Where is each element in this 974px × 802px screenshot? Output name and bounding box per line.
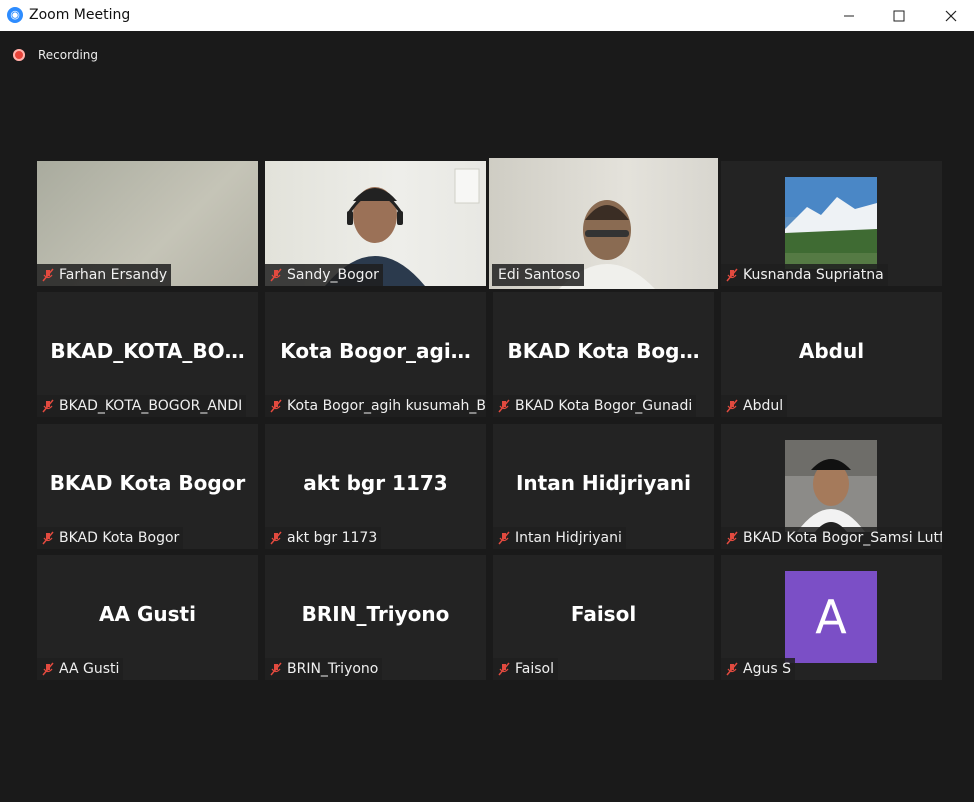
mic-muted-icon <box>37 658 59 680</box>
mic-muted-icon <box>721 264 743 286</box>
participant-nametag: Faisol <box>493 658 558 680</box>
participant-nametag: Abdul <box>721 395 788 417</box>
recording-label: Recording <box>38 48 99 62</box>
participant-nametag: Farhan Ersandy <box>37 264 172 286</box>
participant-display-name: BRIN_Triyono <box>301 602 450 626</box>
profile-picture <box>785 440 877 532</box>
participant-nametag: Kota Bogor_agih kusumah_B… <box>265 395 486 417</box>
mic-muted-icon <box>265 395 287 417</box>
participant-name: AA Gusti <box>59 661 120 677</box>
participant-name: Edi Santoso <box>498 267 581 283</box>
close-icon <box>945 10 957 21</box>
participant-display-name: Faisol <box>570 602 637 626</box>
participant-tile[interactable]: Intan Hidjriyani Intan Hidjriyani <box>493 424 714 549</box>
mic-muted-icon <box>721 395 743 417</box>
mic-muted-icon <box>265 264 287 286</box>
participant-name: BKAD Kota Bogor_Samsi Lutfi <box>743 530 942 546</box>
participant-tile[interactable]: Abdul Abdul <box>721 292 942 417</box>
participant-tile[interactable]: BKAD Kota Bog… BKAD Kota Bogor_Gunadi <box>493 292 714 417</box>
participant-tile[interactable]: BRIN_Triyono BRIN_Triyono <box>265 555 486 680</box>
participant-tile[interactable]: BKAD Kota Bogor_Samsi Lutfi <box>721 424 942 549</box>
mic-muted-icon <box>37 395 59 417</box>
participant-tile[interactable]: Kusnanda Supriatna <box>721 161 942 286</box>
participant-tile-active-speaker[interactable]: Edi Santoso <box>489 158 718 289</box>
participant-name: akt bgr 1173 <box>287 530 378 546</box>
participant-name: Sandy_Bogor <box>287 267 379 283</box>
participant-name: BRIN_Triyono <box>287 661 379 677</box>
participant-nametag: Kusnanda Supriatna <box>721 264 888 286</box>
participant-nametag: AA Gusti <box>37 658 124 680</box>
participant-name: BKAD Kota Bogor <box>59 530 180 546</box>
participant-display-name: Intan Hidjriyani <box>515 471 692 495</box>
participant-name: Farhan Ersandy <box>59 267 168 283</box>
participant-nametag: BKAD Kota Bogor_Samsi Lutfi <box>721 527 942 549</box>
participant-tile[interactable]: AA Gusti AA Gusti <box>37 555 258 680</box>
participant-name: Agus S <box>743 661 791 677</box>
participant-name: Kota Bogor_agih kusumah_B… <box>287 398 486 414</box>
participant-nametag: Intan Hidjriyani <box>493 527 626 549</box>
participant-display-name: Abdul <box>798 339 865 363</box>
close-button[interactable] <box>928 0 974 31</box>
recording-dot-icon <box>13 49 25 61</box>
participant-nametag: BKAD Kota Bogor_Gunadi <box>493 395 697 417</box>
mic-muted-icon <box>265 527 287 549</box>
participant-display-name: BKAD Kota Bogor <box>49 471 246 495</box>
participant-tile[interactable]: Farhan Ersandy <box>37 161 258 286</box>
participant-name: Faisol <box>515 661 554 677</box>
participant-nametag: Sandy_Bogor <box>265 264 383 286</box>
participant-nametag: Agus S <box>721 658 795 680</box>
participant-name: Intan Hidjriyani <box>515 530 622 546</box>
avatar-letter: A <box>785 571 877 663</box>
participant-display-name: AA Gusti <box>99 602 196 626</box>
mic-muted-icon <box>721 527 743 549</box>
participant-nametag: BKAD Kota Bogor <box>37 527 184 549</box>
participant-display-name: akt bgr 1173 <box>303 471 448 495</box>
participant-nametag: Edi Santoso <box>492 264 585 286</box>
minimize-button[interactable] <box>826 0 872 31</box>
participant-tile[interactable]: Sandy_Bogor <box>265 161 486 286</box>
mic-muted-icon <box>37 264 59 286</box>
recording-indicator[interactable]: Recording <box>13 48 98 62</box>
mic-muted-icon <box>493 527 515 549</box>
mic-muted-icon <box>493 395 515 417</box>
mic-muted-icon <box>493 658 515 680</box>
window-title: Zoom Meeting <box>29 7 131 23</box>
participant-name: BKAD_KOTA_BOGOR_ANDI <box>59 398 243 414</box>
minimize-icon <box>844 15 854 16</box>
participant-tile[interactable]: BKAD_KOTA_BO… BKAD_KOTA_BOGOR_ANDI <box>37 292 258 417</box>
participant-display-name: Kota Bogor_agi… <box>280 339 471 363</box>
participant-name: Kusnanda Supriatna <box>743 267 884 283</box>
maximize-icon <box>893 10 905 21</box>
mic-muted-icon <box>265 658 287 680</box>
participant-tile[interactable]: akt bgr 1173 akt bgr 1173 <box>265 424 486 549</box>
participant-nametag: akt bgr 1173 <box>265 527 382 549</box>
participant-display-name: BKAD Kota Bog… <box>507 339 700 363</box>
mic-muted-icon <box>37 527 59 549</box>
maximize-button[interactable] <box>876 0 922 31</box>
participant-name: BKAD Kota Bogor_Gunadi <box>515 398 693 414</box>
participant-nametag: BRIN_Triyono <box>265 658 383 680</box>
participant-display-name: BKAD_KOTA_BO… <box>50 339 245 363</box>
zoom-icon: ◉ <box>7 7 23 23</box>
participant-tile[interactable]: Kota Bogor_agi… Kota Bogor_agih kusumah_… <box>265 292 486 417</box>
mic-muted-icon <box>721 658 743 680</box>
profile-picture <box>785 177 877 269</box>
participant-tile[interactable]: Faisol Faisol <box>493 555 714 680</box>
participant-tile[interactable]: BKAD Kota Bogor BKAD Kota Bogor <box>37 424 258 549</box>
participant-name: Abdul <box>743 398 784 414</box>
participant-tile[interactable]: A Agus S <box>721 555 942 680</box>
title-bar: ◉ Zoom Meeting <box>0 0 974 31</box>
meeting-gallery: Recording Farhan Ersandy Sandy_Bogor Edi… <box>0 31 974 802</box>
participant-nametag: BKAD_KOTA_BOGOR_ANDI <box>37 395 247 417</box>
